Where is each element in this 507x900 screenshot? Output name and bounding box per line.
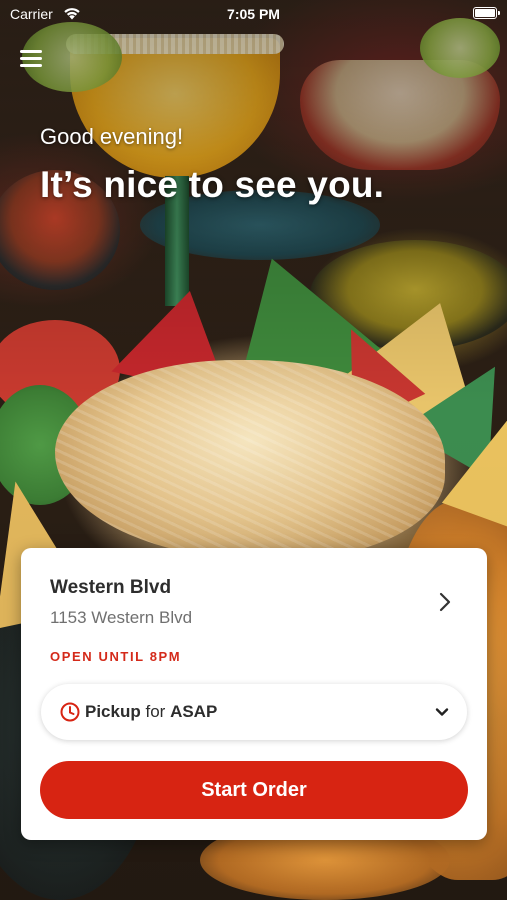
order-mode-text: Pickup for ASAP (85, 702, 217, 722)
location-card: Western Blvd 1153 Western Blvd OPEN UNTI… (21, 548, 487, 840)
status-bar: Carrier 7:05 PM (0, 0, 507, 28)
chevron-down-icon (435, 708, 449, 716)
order-mode-selector[interactable]: Pickup for ASAP (41, 684, 467, 740)
order-mode: Pickup (85, 702, 141, 721)
location-address: 1153 Western Blvd (50, 608, 193, 627)
welcome-headline: It’s nice to see you. (40, 164, 385, 205)
menu-icon[interactable] (20, 48, 42, 68)
location-name[interactable]: Western Blvd (50, 577, 171, 599)
clock-icon (60, 702, 80, 722)
battery-icon (473, 7, 500, 19)
order-mode-connector: for (145, 702, 166, 721)
greeting-text: Good evening! (40, 124, 184, 149)
start-order-button[interactable]: Start Order (40, 761, 468, 819)
open-status-label: OPEN UNTIL 8PM (50, 649, 182, 664)
order-time: ASAP (170, 702, 218, 721)
clock-time: 7:05 PM (227, 6, 280, 22)
chevron-right-icon[interactable] (433, 590, 457, 614)
